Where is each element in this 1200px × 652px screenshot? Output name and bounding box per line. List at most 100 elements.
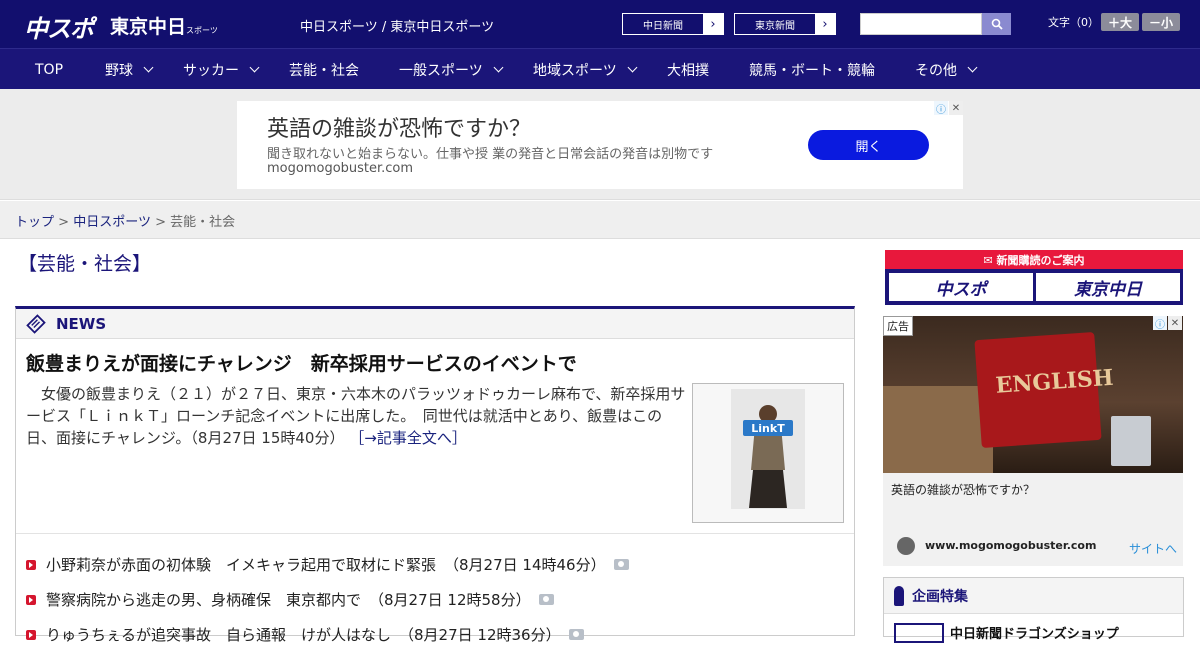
nav-item-baseball[interactable]: 野球 bbox=[105, 49, 154, 90]
nav-item-soccer[interactable]: サッカー bbox=[183, 49, 260, 90]
news-list: 小野莉奈が赤面の初体験 イメキャラ起用で取材にド緊張 （8月27日 14時46分）… bbox=[26, 547, 629, 652]
news-time: （8月27日 12時36分） bbox=[399, 626, 561, 644]
side-ad-visit-link[interactable]: サイトへ bbox=[1129, 540, 1177, 557]
nav-item-label: TOP bbox=[35, 61, 64, 78]
bullet-icon bbox=[26, 559, 36, 570]
list-item[interactable]: 小野莉奈が赤面の初体験 イメキャラ起用で取材にド緊張 （8月27日 14時46分） bbox=[26, 547, 629, 582]
thumbnail-sign-text: LinkT bbox=[751, 422, 785, 435]
breadcrumb-separator: > bbox=[58, 215, 70, 230]
ad-image-books bbox=[883, 386, 993, 473]
font-size-down-button[interactable]: －小 bbox=[1142, 13, 1180, 31]
subscription-title: ✉ 新聞購読のご案内 bbox=[983, 254, 1085, 267]
newspaper-icon bbox=[26, 313, 46, 334]
top-ad-open-button[interactable]: 開く bbox=[808, 130, 929, 160]
subscribe-tokyo-button[interactable]: 東京中日 bbox=[1036, 273, 1180, 301]
ad-badge: 広告 bbox=[883, 316, 913, 336]
chevron-down-icon bbox=[143, 62, 154, 73]
subscription-title-text: 新聞購読のご案内 bbox=[996, 254, 1085, 267]
news-lead: 女優の飯豊まりえ（２１）が２７日、東京・六本木のパラッツォドゥカーレ麻布で、新卒… bbox=[26, 383, 686, 449]
list-item[interactable]: 警察病院から逃走の男、身柄確保 東京都内で （8月27日 12時58分） bbox=[26, 582, 629, 617]
ribbon-icon bbox=[894, 585, 904, 606]
subscription-banner[interactable]: ✉ 新聞購読のご案内 中スポ 東京中日 bbox=[885, 250, 1183, 305]
nav-item-label: 競馬・ボート・競輪 bbox=[749, 62, 875, 79]
chuspo-logo[interactable]: 中スポ bbox=[24, 9, 94, 44]
nav-item-other[interactable]: その他 bbox=[915, 49, 978, 90]
breadcrumb: トップ > 中日スポーツ > 芸能・社会 bbox=[15, 211, 235, 230]
camera-icon bbox=[538, 594, 554, 605]
chevron-right-icon: › bbox=[815, 14, 835, 34]
nav-item-top[interactable]: TOP bbox=[35, 49, 63, 90]
news-headline[interactable]: 飯豊まりえが面接にチャレンジ 新卒採用サービスのイベントで bbox=[26, 349, 577, 376]
top-ad-description: 聞き取れないと始まらない。仕事や授 業の発音と日常会話の発音は別物です bbox=[267, 147, 714, 162]
nav-item-entertainment[interactable]: 芸能・社会 bbox=[289, 49, 359, 90]
tokyo-chunichi-logo[interactable]: 東京中日スポーツ bbox=[110, 12, 218, 39]
site-header: 中スポ 東京中日スポーツ 中日スポーツ / 東京中日スポーツ 中日新聞 › 東京… bbox=[0, 0, 1200, 48]
nav-item-label: 地域スポーツ bbox=[533, 62, 617, 79]
news-title[interactable]: 小野莉奈が赤面の初体験 イメキャラ起用で取材にド緊張 bbox=[46, 554, 436, 575]
font-size-up-button[interactable]: ＋大 bbox=[1101, 13, 1139, 31]
adchoices-icon[interactable]: ⓘ bbox=[934, 101, 948, 116]
tokyo-shimbun-button[interactable]: 東京新聞 › bbox=[734, 13, 836, 35]
feature-item[interactable]: 中日新聞ドラゴンズショップ bbox=[950, 623, 1119, 642]
camera-icon bbox=[613, 559, 629, 570]
nav-item-local-sports[interactable]: 地域スポーツ bbox=[533, 49, 638, 90]
search-input[interactable] bbox=[860, 13, 982, 35]
news-label: NEWS bbox=[56, 314, 107, 333]
nav-item-label: 一般スポーツ bbox=[399, 62, 483, 79]
chevron-down-icon bbox=[249, 62, 260, 73]
adchoices-icon[interactable]: ⓘ bbox=[1153, 316, 1167, 331]
feature-thumbnail[interactable] bbox=[894, 623, 944, 643]
chevron-down-icon bbox=[967, 62, 978, 73]
font-size-label: 文字（0） bbox=[1048, 16, 1099, 29]
bullet-icon bbox=[26, 629, 36, 640]
nav-item-label: 野球 bbox=[105, 62, 133, 79]
nav-item-label: サッカー bbox=[183, 62, 239, 79]
breadcrumb-parent[interactable]: 中日スポーツ bbox=[73, 215, 151, 230]
breadcrumb-bar: トップ > 中日スポーツ > 芸能・社会 bbox=[0, 201, 1200, 239]
search-button[interactable] bbox=[982, 13, 1011, 35]
list-item[interactable]: りゅうちぇるが追突事故 自ら通報 けが人はなし （8月27日 12時36分） bbox=[26, 617, 629, 652]
tokyo-chunichi-logo-sub: スポーツ bbox=[186, 26, 218, 35]
subscribe-chuspo-button[interactable]: 中スポ bbox=[889, 273, 1033, 301]
ad-image[interactable]: ENGLISH bbox=[883, 316, 1183, 473]
close-icon[interactable]: ✕ bbox=[1168, 316, 1182, 330]
nav-item-sumo[interactable]: 大相撲 bbox=[667, 49, 709, 90]
nav-item-racing[interactable]: 競馬・ボート・競輪 bbox=[749, 49, 875, 90]
chunichi-shimbun-button[interactable]: 中日新聞 › bbox=[622, 13, 724, 35]
ad-image-book: ENGLISH bbox=[974, 331, 1114, 449]
chevron-down-icon bbox=[493, 62, 504, 73]
ad-image-pencil-cup bbox=[1111, 416, 1151, 466]
tokyo-shimbun-label: 東京新聞 bbox=[755, 20, 795, 32]
nav-item-label: 大相撲 bbox=[667, 62, 709, 79]
news-title[interactable]: りゅうちぇるが追突事故 自ら通報 けが人はなし bbox=[46, 624, 391, 645]
divider bbox=[16, 533, 854, 534]
feature-header: 企画特集 bbox=[884, 578, 1183, 614]
side-ad-domain[interactable]: www.mogomogobuster.com bbox=[925, 539, 1096, 552]
main-nav: TOP 野球 サッカー 芸能・社会 一般スポーツ 地域スポーツ 大相撲 競馬・ボ… bbox=[0, 48, 1200, 89]
site-links[interactable]: 中日スポーツ / 東京中日スポーツ bbox=[300, 16, 494, 35]
read-more-link[interactable]: ［→記事全文へ］ bbox=[349, 429, 467, 447]
side-ad[interactable]: ENGLISH 広告 ⓘ ✕ 英語の雑談が恐怖ですか？ www.mogomogo… bbox=[883, 316, 1183, 566]
search-icon bbox=[991, 18, 1003, 30]
bullet-icon bbox=[26, 594, 36, 605]
top-ad-url[interactable]: mogomogobuster.com bbox=[267, 161, 413, 176]
news-thumbnail[interactable]: LinkT bbox=[692, 383, 844, 523]
breadcrumb-separator: > bbox=[155, 215, 166, 230]
camera-icon bbox=[568, 629, 584, 640]
close-icon[interactable]: ✕ bbox=[949, 101, 963, 115]
top-ad-band: 英語の雑談が恐怖ですか？ 聞き取れないと始まらない。仕事や授 業の発音と日常会話… bbox=[0, 89, 1200, 200]
feature-title: 企画特集 bbox=[912, 588, 968, 605]
news-photo: LinkT bbox=[731, 389, 805, 509]
breadcrumb-home[interactable]: トップ bbox=[15, 215, 54, 230]
side-ad-text[interactable]: 英語の雑談が恐怖ですか？ bbox=[891, 481, 1035, 498]
tokyo-chunichi-logo-text: 東京中日 bbox=[110, 16, 187, 38]
top-ad-title[interactable]: 英語の雑談が恐怖ですか？ bbox=[267, 111, 531, 143]
globe-icon bbox=[897, 537, 915, 555]
nav-item-general-sports[interactable]: 一般スポーツ bbox=[399, 49, 504, 90]
chevron-down-icon bbox=[627, 62, 638, 73]
news-title[interactable]: 警察病院から逃走の男、身柄確保 東京都内で bbox=[46, 589, 361, 610]
chevron-right-icon: › bbox=[703, 14, 723, 34]
ad-image-text: ENGLISH bbox=[994, 364, 1115, 399]
top-ad[interactable]: 英語の雑談が恐怖ですか？ 聞き取れないと始まらない。仕事や授 業の発音と日常会話… bbox=[237, 101, 963, 189]
nav-item-label: その他 bbox=[915, 62, 957, 79]
